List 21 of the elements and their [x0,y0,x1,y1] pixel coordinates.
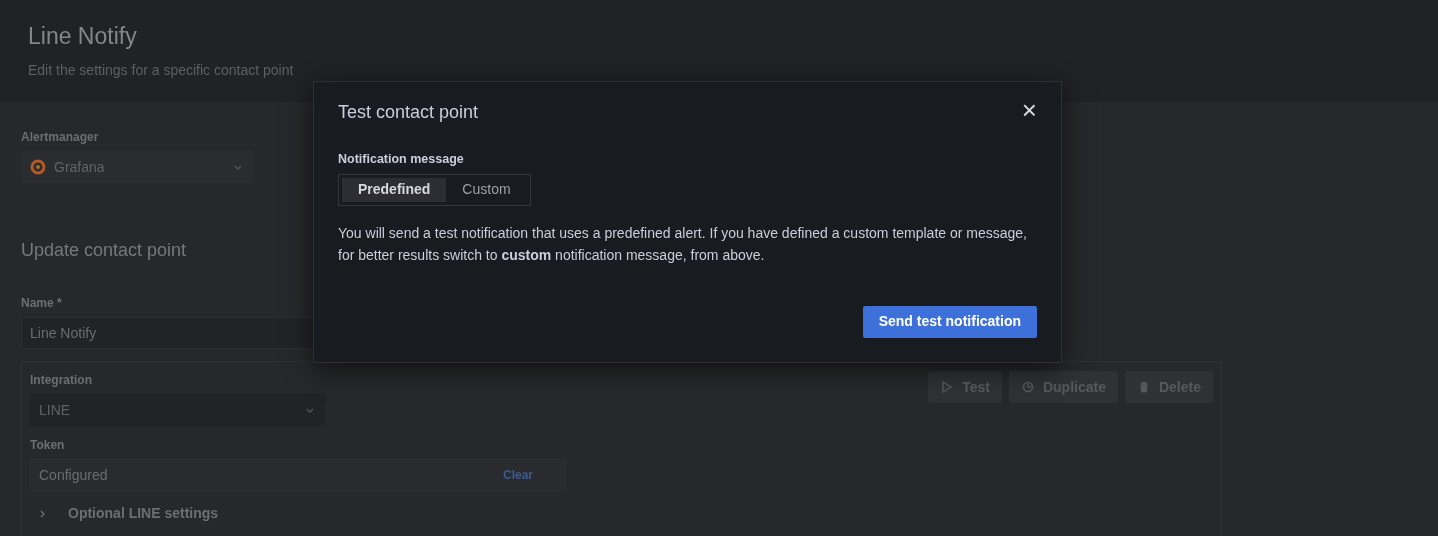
grafana-logo-icon [30,159,46,175]
section-title: Update contact point [21,239,187,262]
dialog-title: Test contact point [338,101,479,124]
clear-link[interactable]: Clear [502,466,533,484]
field-label: Notification message [338,151,465,168]
field-label: Name * [21,295,63,312]
page-subtitle: Edit the settings for a specific contact point [28,61,295,80]
optional-settings-toggle[interactable]: Optional LINE settings [30,503,566,524]
field-value: Configured [39,465,108,485]
send-test-button[interactable]: Send test notification [862,305,1037,338]
radio-option[interactable]: Custom [446,177,527,202]
field-label: Integration [30,372,93,389]
close-button[interactable]: × [1021,100,1037,120]
field-label: Token [30,437,66,454]
dialog-message: You will send a test notification that uses a predefined alert. If you have defined a custom template or message, for better results switch to custom notification message, from above. [338,223,1028,265]
field-label: Alertmanager [21,129,100,146]
radio-option[interactable]: Predefined [342,177,447,202]
page-title: Line Notify [28,22,138,50]
select-value: LINE [39,400,72,420]
play-icon [940,380,955,394]
integration-select[interactable]: LINE [30,394,325,426]
